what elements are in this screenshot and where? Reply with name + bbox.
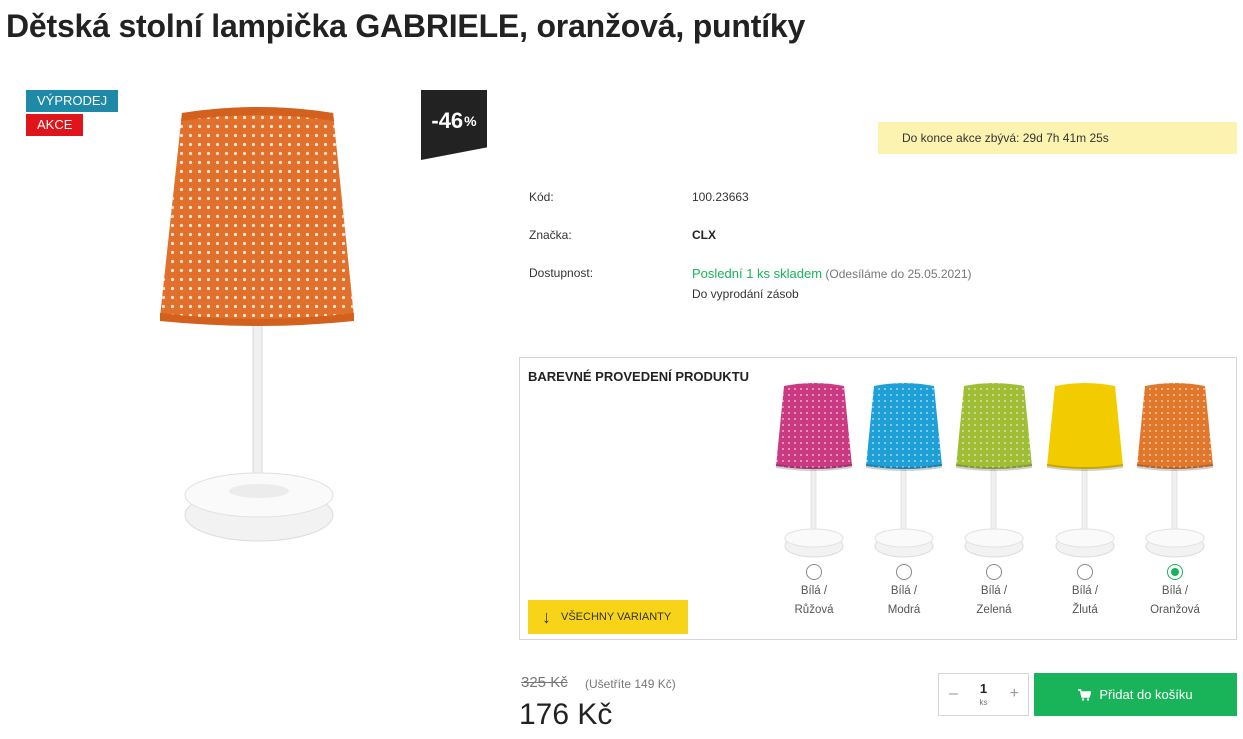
discount-flag: -46% (421, 90, 487, 160)
code-value: 100.23663 (692, 190, 749, 204)
availability-value: Poslední 1 ks skladem (692, 266, 823, 281)
product-image[interactable] (150, 95, 370, 555)
arrow-down-icon: ↓ (542, 607, 551, 627)
availability-block: Poslední 1 ks skladem (Odesíláme do 25.0… (692, 266, 972, 301)
quantity-plus-button[interactable]: + (1010, 685, 1019, 703)
product-title: Dětská stolní lampička GABRIELE, oranžov… (6, 8, 806, 44)
akce-badge: AKCE (26, 114, 84, 136)
variant-item[interactable]: Bílá / Žlutá (1045, 380, 1125, 620)
savings-text: (Ušetříte 149 Kč) (585, 677, 676, 691)
variant-label-line2: Žlutá (1072, 604, 1098, 616)
variant-item[interactable]: Bílá / Zelená (954, 380, 1034, 620)
availability-sub: Do vyprodání zásob (692, 287, 799, 301)
all-variants-label: VŠECHNY VARIANTY (561, 611, 672, 623)
all-variants-button[interactable]: ↓ VŠECHNY VARIANTY (528, 600, 688, 634)
variant-label-line1: Bílá / (980, 585, 1008, 597)
countdown-banner: Do konce akce zbývá: 29d 7h 41m 25s (878, 122, 1237, 154)
cart-icon (1078, 688, 1092, 701)
variant-radio[interactable] (1077, 564, 1093, 580)
variant-item[interactable]: Bílá / Oranžová (1135, 380, 1215, 620)
old-price: 325 Kč (521, 674, 568, 691)
variant-item[interactable]: Bílá / Modrá (864, 380, 944, 620)
sale-badge: VÝPRODEJ (26, 90, 119, 112)
variant-radio[interactable] (1167, 564, 1183, 580)
variant-radio[interactable] (896, 564, 912, 580)
variant-label-line2: Zelená (976, 604, 1012, 616)
variants-heading: BAREVNÉ PROVEDENÍ PRODUKTU (528, 369, 750, 384)
variant-image[interactable] (954, 380, 1034, 560)
variant-radio[interactable] (986, 564, 1002, 580)
brand-label: Značka: (529, 228, 572, 242)
variant-label-line2: Modrá (887, 604, 921, 616)
variant-image[interactable] (864, 380, 944, 560)
variant-label-line2: Oranžová (1150, 604, 1200, 616)
brand-value[interactable]: CLX (692, 228, 716, 242)
badge-group: VÝPRODEJ AKCE (26, 90, 119, 136)
variant-label-line1: Bílá / (1071, 585, 1099, 597)
discount-value: -46 (431, 108, 464, 133)
quantity-stepper[interactable]: – 1 ks + (938, 673, 1029, 716)
variant-label-line1: Bílá / (800, 585, 828, 597)
discount-unit: % (464, 113, 477, 129)
add-to-cart-button[interactable]: Přidat do košíku (1034, 673, 1237, 716)
variants-box: BAREVNÉ PROVEDENÍ PRODUKTU Bílá / Růžová (519, 357, 1237, 640)
add-to-cart-label: Přidat do košíku (1099, 687, 1193, 702)
variant-radio[interactable] (806, 564, 822, 580)
variant-label-line1: Bílá / (890, 585, 918, 597)
code-label: Kód: (529, 190, 554, 204)
variant-label-line2: Růžová (794, 604, 834, 616)
availability-note: (Odesíláme do 25.05.2021) (825, 267, 972, 281)
variant-image[interactable] (1135, 380, 1215, 560)
current-price: 176 Kč (519, 698, 613, 731)
variant-image[interactable] (774, 380, 854, 560)
availability-label: Dostupnost: (529, 266, 594, 280)
variant-label-line1: Bílá / (1161, 585, 1189, 597)
variant-image[interactable] (1045, 380, 1125, 560)
variant-item[interactable]: Bílá / Růžová (774, 380, 854, 620)
